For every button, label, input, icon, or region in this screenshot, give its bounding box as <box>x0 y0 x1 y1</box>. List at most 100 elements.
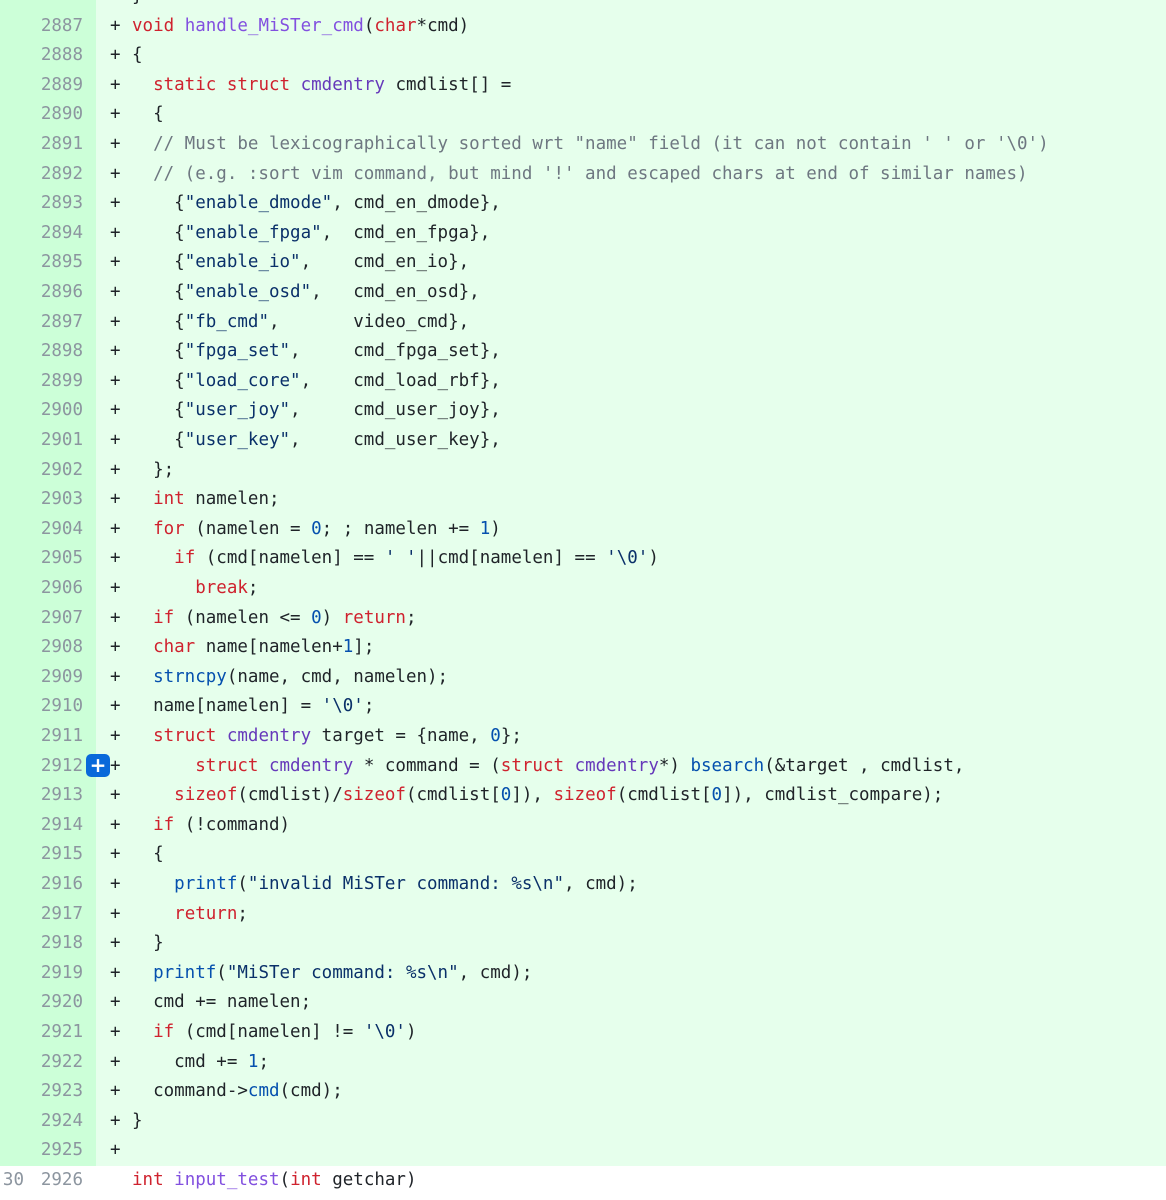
new-line-number[interactable]: 2923 <box>24 1077 96 1107</box>
old-line-number[interactable] <box>0 662 24 693</box>
new-line-number[interactable]: 2916 <box>24 870 96 900</box>
old-line-number[interactable] <box>0 426 24 456</box>
new-line-number[interactable]: 2911 <box>24 722 96 752</box>
code-line: +} <box>96 1106 1166 1137</box>
code-token: printf <box>153 962 217 983</box>
new-line-number[interactable]: 2908 <box>24 633 96 663</box>
new-line-number[interactable]: 2918 <box>24 929 96 959</box>
old-line-number[interactable] <box>0 70 24 101</box>
new-line-number[interactable]: 2896 <box>24 278 96 308</box>
old-line-number[interactable] <box>0 870 24 900</box>
old-line-number[interactable] <box>0 514 24 545</box>
new-line-number[interactable]: 2901 <box>24 426 96 456</box>
code-text: {"user_joy", cmd_user_joy}, <box>132 396 501 426</box>
old-line-number[interactable] <box>0 307 24 338</box>
new-line-number[interactable]: 2892 <box>24 159 96 190</box>
new-line-number[interactable]: 2893 <box>24 189 96 219</box>
old-line-number[interactable] <box>0 218 24 249</box>
old-line-number[interactable]: 30 <box>0 1166 24 1196</box>
old-line-number[interactable] <box>0 100 24 130</box>
new-line-number[interactable]: 2919 <box>24 958 96 989</box>
new-line-number[interactable]: 2888 <box>24 41 96 71</box>
old-line-number[interactable] <box>0 1018 24 1048</box>
new-line-number[interactable]: 2920 <box>24 988 96 1018</box>
old-line-number[interactable] <box>0 278 24 308</box>
addition-marker: + <box>110 637 121 658</box>
new-line-number[interactable]: 2910 <box>24 692 96 722</box>
new-line-number[interactable]: 2898 <box>24 337 96 367</box>
new-line-number[interactable]: 2904 <box>24 514 96 545</box>
new-line-number[interactable]: 2902 <box>24 455 96 486</box>
addition-marker: + <box>110 1022 121 1042</box>
new-line-number[interactable]: 2906 <box>24 574 96 604</box>
new-line-number[interactable]: 2890 <box>24 100 96 130</box>
old-line-number[interactable] <box>0 0 24 12</box>
new-line-number[interactable]: 2900 <box>24 396 96 426</box>
old-line-number[interactable] <box>0 366 24 397</box>
old-line-number[interactable] <box>0 988 24 1018</box>
old-line-number[interactable] <box>0 633 24 663</box>
old-line-number[interactable] <box>0 1077 24 1107</box>
old-line-number[interactable] <box>0 544 24 574</box>
old-line-number[interactable] <box>0 781 24 811</box>
old-line-number[interactable] <box>0 11 24 42</box>
code-line: + printf("invalid MiSTer command: %s\n",… <box>96 870 1166 900</box>
code-line: + command->cmd(cmd); <box>96 1077 1166 1107</box>
new-line-number[interactable]: 2891 <box>24 130 96 160</box>
old-line-number[interactable] <box>0 1047 24 1078</box>
old-line-number[interactable] <box>0 810 24 841</box>
old-line-number[interactable] <box>0 574 24 604</box>
old-line-number[interactable] <box>0 159 24 190</box>
new-line-number[interactable]: 2924 <box>24 1106 96 1137</box>
diff-line: 2902 + }; <box>0 455 1166 486</box>
new-line-number[interactable]: 2895 <box>24 248 96 278</box>
new-line-number[interactable]: 2926 <box>24 1166 96 1196</box>
new-line-number[interactable]: 2905 <box>24 544 96 574</box>
new-line-number[interactable]: 2903 <box>24 485 96 515</box>
old-line-number[interactable] <box>0 189 24 219</box>
new-line-number[interactable]: 2914 <box>24 810 96 841</box>
new-line-number[interactable]: 2894 <box>24 218 96 249</box>
code-token: struct <box>153 726 217 746</box>
old-line-number[interactable] <box>0 41 24 71</box>
code-line: + struct cmdentry target = {name, 0}; <box>96 722 1166 752</box>
old-line-number[interactable] <box>0 958 24 989</box>
old-line-number[interactable] <box>0 485 24 515</box>
new-line-number[interactable]: 2922 <box>24 1047 96 1078</box>
old-line-number[interactable] <box>0 248 24 278</box>
old-line-number[interactable] <box>0 929 24 959</box>
new-line-number[interactable]: 2907 <box>24 603 96 634</box>
code-token: "enable_fpga" <box>184 222 322 243</box>
new-line-number[interactable]: 2925 <box>24 1136 96 1166</box>
new-line-number[interactable]: 2897 <box>24 307 96 338</box>
diff-line: 2891 + // Must be lexicographically sorte… <box>0 130 1166 160</box>
old-line-number[interactable] <box>0 751 24 782</box>
addition-marker: + <box>110 548 121 569</box>
old-line-number[interactable] <box>0 1106 24 1137</box>
new-line-number[interactable]: 2909 <box>24 662 96 693</box>
add-comment-button[interactable]: + <box>86 754 110 777</box>
old-line-number[interactable] <box>0 455 24 486</box>
old-line-number[interactable] <box>0 130 24 160</box>
new-line-number[interactable] <box>24 0 96 12</box>
new-line-number[interactable]: 2889 <box>24 70 96 101</box>
old-line-number[interactable] <box>0 603 24 634</box>
old-line-number[interactable] <box>0 396 24 426</box>
new-line-number[interactable]: 2913 <box>24 781 96 811</box>
code-text: struct cmdentry * command = (struct cmde… <box>132 752 964 782</box>
new-line-number[interactable]: 2899 <box>24 366 96 397</box>
old-line-number[interactable] <box>0 840 24 870</box>
code-token: { <box>132 430 185 450</box>
new-line-number[interactable]: 2921 <box>24 1018 96 1048</box>
diff-line: 2890 + { <box>0 100 1166 130</box>
new-line-number[interactable]: 2887 <box>24 11 96 42</box>
old-line-number[interactable] <box>0 692 24 722</box>
old-line-number[interactable] <box>0 899 24 930</box>
old-line-number[interactable] <box>0 337 24 367</box>
new-line-number[interactable]: 2915 <box>24 840 96 870</box>
old-line-number[interactable] <box>0 1136 24 1166</box>
new-line-number[interactable]: 2917 <box>24 899 96 930</box>
old-line-number[interactable] <box>0 722 24 752</box>
